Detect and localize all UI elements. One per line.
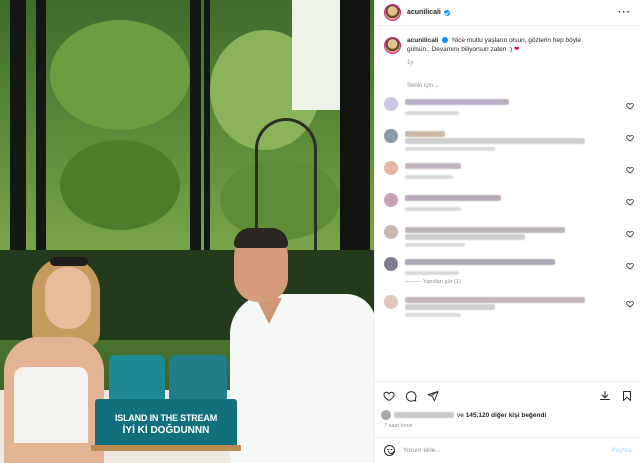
comment-avatar[interactable]	[384, 295, 398, 309]
blurred-comment-text	[405, 259, 555, 265]
cake-base: ISLAND IN THE STREAM İYİ Kİ DOĞDUNNN	[95, 399, 237, 449]
comment-meta	[405, 271, 459, 275]
author-avatar[interactable]	[384, 4, 401, 21]
cake-pot-left	[109, 355, 165, 403]
comment-meta	[405, 313, 461, 317]
caption-username[interactable]: acunilicali	[407, 37, 438, 44]
comment-avatar[interactable]	[384, 129, 398, 143]
window-frame	[36, 0, 46, 290]
cake-board	[91, 445, 241, 451]
foliage	[60, 140, 180, 230]
foliage	[50, 20, 190, 130]
download-icon[interactable]	[598, 389, 612, 403]
blurred-comment-text	[405, 234, 525, 240]
comment-avatar[interactable]	[384, 225, 398, 239]
caption-time: 1y	[407, 60, 414, 66]
likes-summary[interactable]: ve 145.120 diğer kişi beğendi	[381, 408, 547, 422]
blurred-comment-text	[405, 195, 501, 201]
comment-meta	[405, 207, 461, 211]
bookmark-icon[interactable]	[620, 389, 634, 403]
birthday-cake: ISLAND IN THE STREAM İYİ Kİ DOĞDUNNN	[91, 355, 241, 451]
comment-row	[375, 93, 640, 125]
blurred-comment-text	[405, 304, 495, 310]
comment-like-heart-icon[interactable]	[626, 198, 634, 208]
man-figure	[226, 228, 374, 463]
post-header: acunilicali ···	[375, 0, 640, 26]
comment-composer: Paylaş	[375, 437, 640, 463]
post-photo[interactable]: ISLAND IN THE STREAM İYİ Kİ DOĞDUNNN	[0, 0, 374, 463]
blurred-comment-text	[405, 297, 585, 303]
share-icon[interactable]	[426, 389, 440, 403]
comment-avatar[interactable]	[384, 97, 398, 111]
comment-meta	[405, 243, 465, 247]
comment-list: ——— Yanıtları gör (1)	[375, 93, 640, 323]
blurred-comment-text	[405, 163, 461, 169]
comment-avatar[interactable]	[384, 193, 398, 207]
comment-row: ——— Yanıtları gör (1)	[375, 253, 640, 291]
comment-meta	[405, 175, 453, 179]
comment-avatar[interactable]	[384, 161, 398, 175]
comment-meta	[405, 147, 495, 151]
comment-meta	[405, 111, 459, 115]
post-side-panel: acunilicali ··· acunilicali Nice mutlu y…	[374, 0, 640, 463]
likes-suffix: diğer kişi beğendi	[491, 411, 547, 419]
blurred-liker-name	[394, 412, 454, 418]
comments-scroll[interactable]: acunilicali Nice mutlu yaşların olsun, g…	[375, 26, 640, 380]
comment-icon[interactable]	[404, 389, 418, 403]
cake-pot-right	[169, 355, 227, 403]
caption-verified-badge-icon	[442, 36, 449, 43]
window-frame	[204, 0, 210, 280]
blurred-comment-text	[405, 138, 585, 144]
comment-like-heart-icon[interactable]	[626, 166, 634, 176]
liker-avatar	[381, 410, 391, 420]
comment-like-heart-icon[interactable]	[626, 102, 634, 112]
caption-text-line2: gülsün.. Devamını biliyorsun zaten :)	[407, 46, 513, 53]
more-dots-icon[interactable]: ···	[618, 7, 631, 18]
verified-badge-icon	[443, 9, 450, 16]
post-caption: acunilicali Nice mutlu yaşların olsun, g…	[375, 26, 640, 74]
red-heart-emoji: ❤	[513, 46, 520, 53]
cake-text-line2: İYİ Kİ DOĞDUNNN	[122, 424, 210, 436]
post-timestamp[interactable]: 7 saat önce	[384, 423, 412, 429]
comment-row	[375, 157, 640, 189]
blurred-comment-text	[405, 99, 509, 105]
post-actions-bar	[375, 381, 640, 409]
sort-dropdown[interactable]: Senin için ⌄	[407, 82, 640, 89]
blurred-comment-text	[405, 227, 565, 233]
comment-row	[375, 189, 640, 221]
comment-avatar[interactable]	[384, 257, 398, 271]
cake-text-line1: ISLAND IN THE STREAM	[114, 412, 217, 423]
author-username[interactable]: acunilicali	[407, 9, 441, 16]
blurred-comment-text	[405, 131, 445, 137]
comment-row	[375, 221, 640, 253]
comment-row	[375, 125, 640, 157]
window-frame	[190, 0, 201, 280]
instagram-post-view: ISLAND IN THE STREAM İYİ Kİ DOĞDUNNN acu…	[0, 0, 640, 463]
post-comment-button[interactable]: Paylaş	[611, 447, 632, 454]
comment-like-heart-icon[interactable]	[626, 134, 634, 144]
comment-like-heart-icon[interactable]	[626, 230, 634, 240]
comment-input[interactable]	[403, 447, 583, 454]
likes-count: 145.120	[465, 411, 490, 419]
heart-icon[interactable]	[382, 389, 396, 403]
likes-prefix: ve	[457, 411, 464, 419]
comment-like-heart-icon[interactable]	[626, 262, 634, 272]
emoji-icon[interactable]	[384, 445, 395, 456]
comment-row	[375, 291, 640, 323]
caption-avatar[interactable]	[384, 37, 401, 54]
view-replies-link[interactable]: ——— Yanıtları gör (1)	[405, 279, 461, 285]
comment-like-heart-icon[interactable]	[626, 300, 634, 310]
caption-text-line1: Nice mutlu yaşların olsun, gözlerin hep …	[452, 37, 582, 44]
